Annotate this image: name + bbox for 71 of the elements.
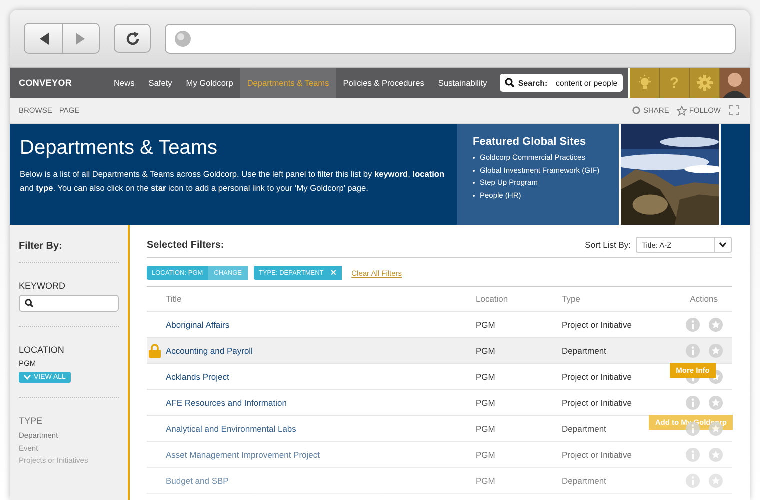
star-icon[interactable] — [709, 396, 723, 410]
star-icon[interactable] — [709, 448, 723, 462]
column-header: Actions — [689, 294, 719, 304]
title-link[interactable]: Budget and SBP — [166, 476, 229, 486]
title-link[interactable]: Analytical and Environmental Labs — [166, 424, 296, 434]
search-field[interactable]: Search: content or people — [500, 74, 623, 92]
chevron-down-icon — [24, 375, 31, 380]
keyword-field[interactable] — [19, 295, 119, 312]
star-icon[interactable] — [709, 370, 723, 384]
section-label: TYPE — [19, 416, 44, 426]
reload-button[interactable] — [114, 24, 151, 53]
back-icon — [38, 32, 50, 46]
table-cell-text: PGM — [476, 424, 496, 434]
table-cell-text: Project or Initiative — [562, 398, 633, 408]
avatar[interactable] — [720, 68, 750, 98]
forward-icon — [75, 32, 87, 46]
column-header: Type — [562, 294, 582, 304]
nav-link[interactable]: News — [107, 68, 142, 98]
settings-button[interactable] — [690, 68, 720, 98]
table-cell-text: PGM — [476, 320, 496, 330]
sort-label: Sort List By: — [585, 240, 631, 250]
intro-text: Below is a list of all Departments & Teams across Goldcorp. Use the left panel to filter this list by keyword, location and type. You can also click on the star icon to add a personal link to your ‘My Goldcorp’ page. — [20, 168, 446, 195]
section-label: KEYWORD — [19, 281, 67, 291]
search-icon — [25, 299, 34, 308]
table-cell-text: PGM — [476, 372, 496, 382]
title-link[interactable]: AFE Resources and Information — [166, 398, 287, 408]
info-icon[interactable] — [686, 396, 700, 410]
reload-icon — [124, 30, 140, 46]
nav-link[interactable]: Policies & Procedures — [336, 68, 432, 98]
title-link[interactable]: Accounting and Payroll — [166, 346, 253, 356]
star-icon[interactable] — [709, 474, 723, 488]
info-icon[interactable] — [686, 474, 700, 488]
section-title: Selected Filters: — [147, 240, 224, 250]
title-link[interactable]: Asset Management Improvement Project — [166, 450, 320, 460]
page-title: Departments & Teams — [20, 137, 218, 160]
table-cell-text: PGM — [476, 450, 496, 460]
title-link[interactable]: Aboriginal Affairs — [166, 320, 230, 330]
nav-link[interactable]: Safety — [142, 68, 180, 98]
info-icon[interactable] — [686, 318, 700, 332]
idea-button[interactable] — [630, 68, 660, 98]
nav-link[interactable]: Sustainability — [431, 68, 494, 98]
search-icon — [505, 78, 516, 88]
logo-text: CONVEYOR — [18, 78, 74, 88]
focus-icon[interactable] — [729, 105, 740, 116]
title-link[interactable]: Acklands Project — [166, 372, 230, 382]
star-icon — [677, 106, 688, 116]
section-label: LOCATION — [19, 345, 66, 355]
column-header: Location — [476, 294, 510, 304]
table-cell-text: Project or Initiative — [562, 450, 633, 460]
address-field[interactable] — [165, 24, 736, 54]
settings-icon — [696, 75, 712, 91]
table-cell-text: Project or Initiative — [562, 372, 633, 382]
featured-title: Featured Global Sites — [473, 136, 588, 148]
star-icon[interactable] — [709, 318, 723, 332]
table-cell-text: Project or Initiative — [562, 320, 633, 330]
table-cell-text: PGM — [476, 398, 496, 408]
star-icon[interactable] — [709, 344, 723, 358]
sidebar-title: Filter By: — [19, 241, 119, 263]
share-icon — [632, 106, 642, 115]
table-cell-text: PGM — [476, 476, 496, 486]
column-header: Title — [165, 294, 183, 304]
table-cell-text: Department — [562, 346, 608, 356]
back-button[interactable] — [25, 24, 62, 53]
table-cell-text: Department — [562, 424, 608, 434]
table-cell-text: PGM — [476, 346, 496, 356]
globe-icon — [174, 30, 192, 48]
info-icon[interactable] — [686, 344, 700, 358]
table-cell-text: Department — [562, 476, 608, 486]
nav-link[interactable]: My Goldcorp — [179, 68, 240, 98]
info-icon[interactable] — [686, 448, 700, 462]
lightbulb-icon — [638, 75, 652, 91]
